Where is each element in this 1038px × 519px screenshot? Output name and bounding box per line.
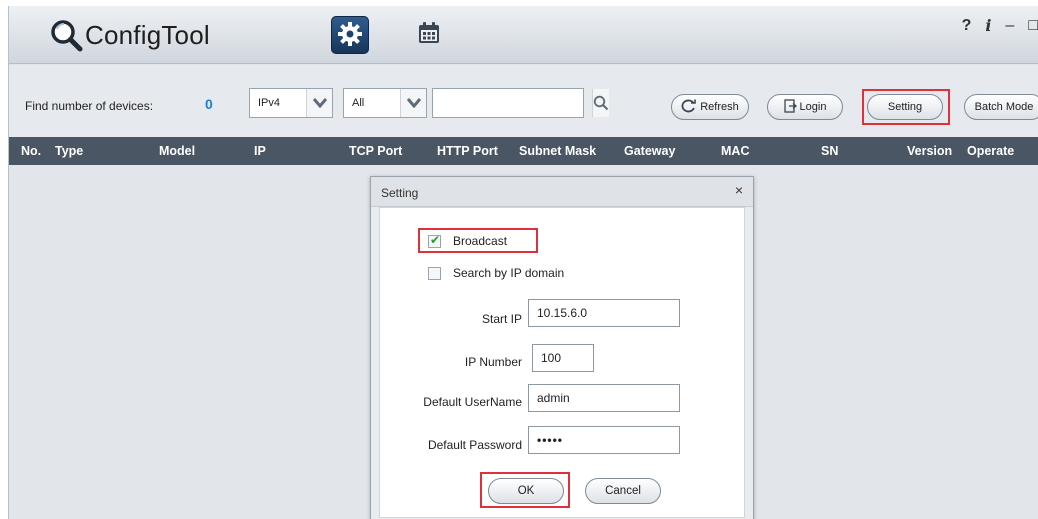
maximize-icon[interactable]: □ bbox=[1028, 17, 1038, 35]
device-filter-value: All bbox=[352, 97, 365, 109]
column-header-gateway[interactable]: Gateway bbox=[624, 144, 675, 158]
dialog-title: Setting bbox=[381, 186, 419, 200]
calendar-icon bbox=[416, 20, 442, 49]
search-box bbox=[432, 88, 609, 118]
help-icon[interactable]: ? bbox=[962, 17, 972, 35]
app-logo: ConfigTool bbox=[49, 18, 210, 52]
ip-version-select[interactable]: IPv4 bbox=[249, 88, 333, 118]
column-header-version[interactable]: Version bbox=[907, 144, 952, 158]
refresh-button[interactable]: Refresh bbox=[671, 94, 749, 120]
ip-number-input[interactable]: 100 bbox=[532, 344, 594, 372]
default-username-label: Default UserName bbox=[423, 395, 522, 409]
default-username-input[interactable]: admin bbox=[528, 384, 680, 412]
cancel-button[interactable]: Cancel bbox=[585, 478, 661, 504]
column-header-http-port[interactable]: HTTP Port bbox=[437, 144, 498, 158]
gear-icon bbox=[337, 21, 363, 50]
app-title: ConfigTool bbox=[85, 19, 210, 50]
column-header-model[interactable]: Model bbox=[159, 144, 195, 158]
chevron-down-icon[interactable] bbox=[306, 89, 332, 117]
window-controls: ? i – □ bbox=[962, 16, 1038, 35]
column-header-type[interactable]: Type bbox=[55, 144, 83, 158]
app-window: ConfigTool ? i – □ Find number of device… bbox=[8, 6, 1038, 519]
batch-mode-label: Batch Mode bbox=[974, 101, 1034, 113]
refresh-icon bbox=[681, 99, 697, 116]
broadcast-label: Broadcast bbox=[453, 234, 508, 248]
refresh-label: Refresh bbox=[700, 101, 739, 113]
magnifier-logo-icon bbox=[49, 18, 83, 52]
dialog-title-bar: Setting × bbox=[371, 177, 753, 207]
ip-number-label: IP Number bbox=[464, 355, 522, 369]
column-header-mac[interactable]: MAC bbox=[721, 144, 749, 158]
ip-domain-label: Search by IP domain bbox=[453, 266, 565, 280]
toolbar: Find number of devices: 0 IPv4 All Refre… bbox=[9, 65, 1038, 137]
title-bar: ConfigTool ? i – □ bbox=[9, 6, 1038, 64]
tab-settings[interactable] bbox=[331, 16, 369, 54]
setting-button[interactable]: Setting bbox=[867, 94, 943, 120]
device-table-header: No. Type Model IP TCP Port HTTP Port Sub… bbox=[9, 137, 1038, 165]
column-header-ip[interactable]: IP bbox=[254, 144, 266, 158]
info-icon[interactable]: i bbox=[985, 16, 991, 35]
device-count: 0 bbox=[205, 96, 213, 112]
setting-dialog: Setting × Broadcast Search by IP domain … bbox=[370, 176, 754, 519]
login-label: Login bbox=[799, 101, 827, 113]
chevron-down-icon[interactable] bbox=[400, 89, 426, 117]
ip-domain-option[interactable]: Search by IP domain bbox=[428, 266, 564, 280]
start-ip-label: Start IP bbox=[481, 312, 522, 326]
login-icon bbox=[783, 98, 797, 116]
ip-domain-checkbox[interactable] bbox=[428, 266, 441, 280]
tab-calendar[interactable] bbox=[413, 18, 445, 50]
column-header-tcp-port[interactable]: TCP Port bbox=[349, 144, 402, 158]
find-devices-label: Find number of devices: bbox=[25, 99, 154, 113]
minimize-icon[interactable]: – bbox=[1005, 17, 1014, 35]
default-password-input[interactable]: ••••• bbox=[528, 426, 680, 454]
default-password-label: Default Password bbox=[427, 438, 522, 452]
column-header-operate[interactable]: Operate bbox=[967, 144, 1014, 158]
setting-label: Setting bbox=[887, 101, 923, 113]
column-header-no[interactable]: No. bbox=[21, 144, 41, 158]
ok-button[interactable]: OK bbox=[488, 478, 564, 504]
login-button[interactable]: Login bbox=[767, 94, 843, 120]
broadcast-checkbox[interactable] bbox=[428, 233, 441, 248]
close-icon[interactable]: × bbox=[735, 182, 743, 198]
dialog-body: Broadcast Search by IP domain Start IP 1… bbox=[379, 207, 745, 518]
device-filter-select[interactable]: All bbox=[343, 88, 427, 118]
search-input[interactable] bbox=[433, 89, 592, 117]
search-icon[interactable] bbox=[592, 89, 609, 117]
column-header-subnet-mask[interactable]: Subnet Mask bbox=[519, 144, 596, 158]
ip-version-value: IPv4 bbox=[258, 97, 281, 109]
broadcast-option[interactable]: Broadcast bbox=[428, 233, 508, 248]
start-ip-input[interactable]: 10.15.6.0 bbox=[528, 299, 680, 327]
batch-mode-button[interactable]: Batch Mode bbox=[964, 94, 1038, 120]
column-header-sn[interactable]: SN bbox=[821, 144, 838, 158]
